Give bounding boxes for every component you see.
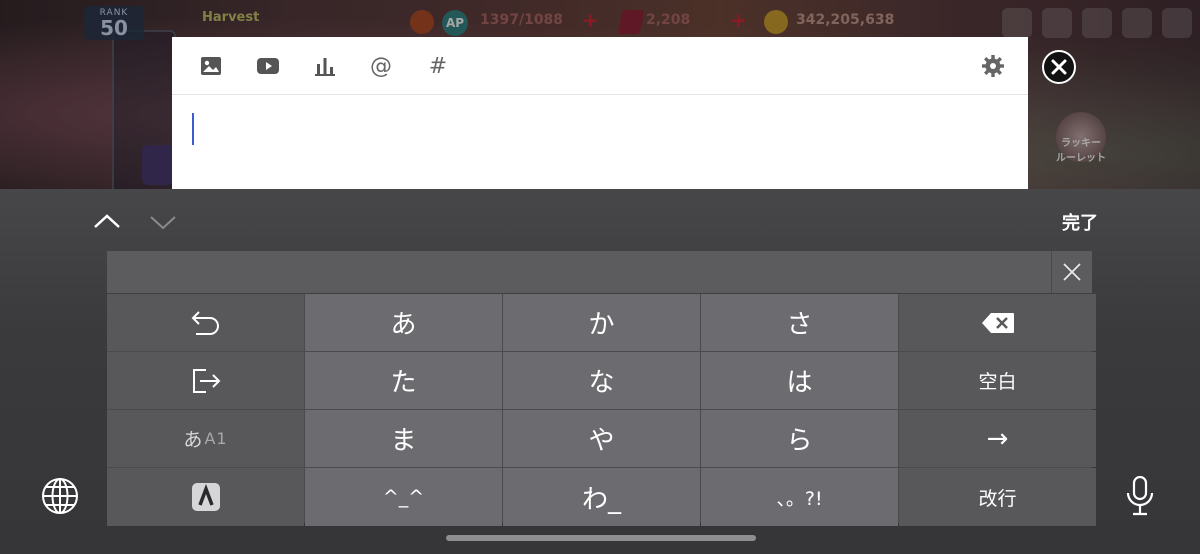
arrow-key[interactable]: → bbox=[899, 410, 1096, 467]
post-text-input[interactable] bbox=[172, 95, 1028, 189]
done-button[interactable]: 完了 bbox=[1062, 209, 1098, 235]
globe-icon bbox=[42, 478, 78, 514]
close-composer-button[interactable] bbox=[1042, 50, 1076, 84]
mode-label-kana: あ bbox=[183, 429, 203, 451]
backspace-icon bbox=[981, 312, 1014, 333]
text-caret bbox=[192, 113, 194, 145]
space-key[interactable]: 空白 bbox=[899, 352, 1096, 409]
key-wa[interactable]: わ_ bbox=[503, 468, 700, 526]
next-field-button[interactable] bbox=[148, 207, 178, 237]
key-punctuation[interactable]: 、。?! bbox=[701, 468, 898, 526]
key-ta[interactable]: た bbox=[305, 352, 502, 409]
youtube-icon[interactable] bbox=[255, 53, 281, 79]
microphone-icon bbox=[1126, 476, 1154, 516]
close-icon bbox=[1063, 263, 1081, 281]
chevron-down-icon bbox=[150, 216, 176, 230]
mode-label-alnum: A1 bbox=[204, 429, 228, 448]
candidate-bar bbox=[107, 251, 1092, 293]
previous-field-button[interactable] bbox=[92, 207, 122, 237]
delete-key[interactable] bbox=[899, 294, 1096, 351]
next-key[interactable] bbox=[107, 352, 304, 409]
candidate-close-button[interactable] bbox=[1051, 251, 1092, 293]
key-ya[interactable]: や bbox=[503, 410, 700, 467]
forward-icon bbox=[192, 368, 220, 393]
undo-icon bbox=[191, 310, 219, 335]
stroke-mode-key[interactable] bbox=[107, 468, 304, 526]
key-ra[interactable]: ら bbox=[701, 410, 898, 467]
hashtag-icon[interactable]: # bbox=[425, 53, 451, 79]
mention-icon[interactable]: @ bbox=[368, 53, 394, 79]
key-ka[interactable]: か bbox=[503, 294, 700, 351]
key-na[interactable]: な bbox=[503, 352, 700, 409]
key-sa[interactable]: さ bbox=[701, 294, 898, 351]
close-icon bbox=[1051, 59, 1067, 75]
chevron-up-icon bbox=[94, 214, 120, 228]
home-indicator[interactable] bbox=[446, 535, 756, 541]
key-ma[interactable]: ま bbox=[305, 410, 502, 467]
input-mode-key[interactable]: あ A1 bbox=[107, 410, 304, 467]
globe-button[interactable] bbox=[40, 476, 80, 516]
microphone-button[interactable] bbox=[1120, 476, 1160, 516]
gear-icon[interactable] bbox=[980, 53, 1006, 79]
post-composer: @ # bbox=[172, 37, 1028, 189]
stroke-icon bbox=[191, 483, 220, 511]
poll-icon[interactable] bbox=[312, 53, 338, 79]
key-ha[interactable]: は bbox=[701, 352, 898, 409]
key-emoticon[interactable]: ^_^ bbox=[305, 468, 502, 526]
image-icon[interactable] bbox=[198, 53, 224, 79]
composer-toolbar: @ # bbox=[172, 37, 1028, 95]
return-key[interactable]: 改行 bbox=[899, 468, 1096, 526]
kana-keyboard: あ か さ た な は 空白 あ A1 ま や ら → ^_^ わ_ 、。?! 改… bbox=[107, 294, 1096, 526]
keyboard-area: 完了 あ か さ た な は 空白 あ A1 ま や ら → ^_^ わ_ 、。… bbox=[0, 189, 1200, 554]
key-a[interactable]: あ bbox=[305, 294, 502, 351]
undo-key[interactable] bbox=[107, 294, 304, 351]
